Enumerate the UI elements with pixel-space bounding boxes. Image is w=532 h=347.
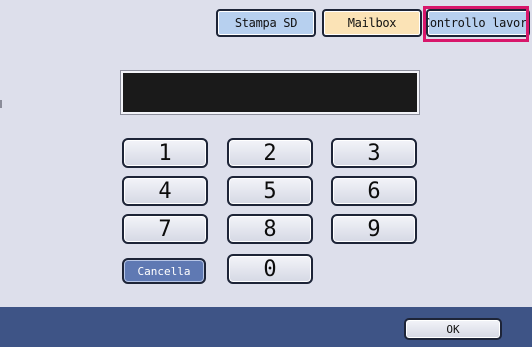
key-9[interactable]: 9	[331, 214, 417, 244]
left-edge-marker	[0, 100, 2, 108]
copier-panel-screen: Stampa SD Mailbox Controllo lavori 1 2 3…	[0, 0, 532, 347]
tab-mailbox-label: Mailbox	[347, 16, 397, 30]
key-2[interactable]: 2	[227, 138, 313, 168]
ok-button[interactable]: OK	[404, 318, 502, 340]
key-3[interactable]: 3	[331, 138, 417, 168]
cancel-button[interactable]: Cancella	[122, 258, 206, 284]
key-0[interactable]: 0	[227, 254, 313, 284]
key-8[interactable]: 8	[227, 214, 313, 244]
key-1[interactable]: 1	[122, 138, 208, 168]
key-6[interactable]: 6	[331, 176, 417, 206]
number-display	[120, 70, 420, 115]
key-4[interactable]: 4	[122, 176, 208, 206]
key-7[interactable]: 7	[122, 214, 208, 244]
selection-highlight	[423, 6, 529, 42]
tab-mailbox[interactable]: Mailbox	[322, 9, 422, 37]
key-5[interactable]: 5	[227, 176, 313, 206]
tab-stampa-sd-label: Stampa SD	[234, 16, 298, 30]
tab-stampa-sd[interactable]: Stampa SD	[216, 9, 316, 37]
